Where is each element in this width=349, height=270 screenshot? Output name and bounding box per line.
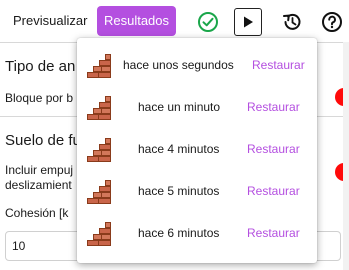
brick-wall-icon: [87, 222, 111, 246]
restore-link[interactable]: Restaurar: [247, 100, 300, 114]
field-label-include-line2: deslizamient: [5, 178, 72, 192]
brick-wall-icon: [87, 96, 111, 120]
history-item-label: hace 6 minutos: [138, 226, 220, 240]
play-button[interactable]: [234, 8, 262, 36]
history-item-label: hace 5 minutos: [138, 184, 220, 198]
history-item[interactable]: hace unos segundos Restaurar: [77, 45, 317, 87]
restore-link[interactable]: Restaurar: [247, 142, 300, 156]
restore-link[interactable]: Restaurar: [247, 184, 300, 198]
brick-wall-icon: [87, 54, 111, 78]
history-item-label: hace unos segundos: [123, 58, 234, 72]
restore-link[interactable]: Restaurar: [252, 58, 305, 72]
tab-results[interactable]: Resultados: [97, 6, 176, 36]
field-label-include: Incluir empuj: [5, 163, 74, 177]
history-item-label: hace 4 minutos: [138, 142, 220, 156]
brick-wall-icon: [87, 138, 111, 162]
field-label-block: Bloque por b: [5, 91, 74, 105]
history-icon[interactable]: [278, 8, 306, 36]
field-label-cohesion: Cohesión [k: [5, 206, 69, 220]
history-item[interactable]: hace 5 minutos Restaurar: [77, 171, 317, 213]
play-icon: [244, 16, 253, 28]
restore-link[interactable]: Restaurar: [247, 226, 300, 240]
help-icon[interactable]: [318, 8, 346, 36]
scrollbar[interactable]: [343, 42, 349, 270]
section-title-analysis: Tipo de an: [5, 58, 76, 75]
section-title-soil: Suelo de fu: [5, 132, 81, 149]
check-circle-icon[interactable]: [194, 8, 222, 36]
history-item[interactable]: hace 4 minutos Restaurar: [77, 129, 317, 171]
brick-wall-icon: [87, 180, 111, 204]
history-dropdown: hace unos segundos Restaurar hace un min…: [77, 38, 317, 263]
toolbar: Previsualizar Resultados: [0, 0, 349, 42]
history-item[interactable]: hace 6 minutos Restaurar: [77, 213, 317, 255]
history-item-label: hace un minuto: [138, 100, 221, 114]
history-item[interactable]: hace un minuto Restaurar: [77, 87, 317, 129]
tab-preview[interactable]: Previsualizar: [5, 6, 95, 36]
